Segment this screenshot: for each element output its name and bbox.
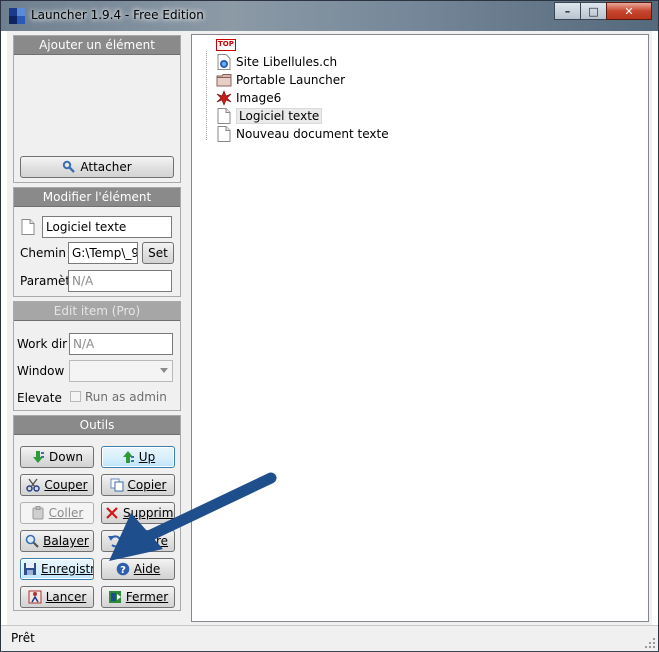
undo-arrow-icon [107,535,122,548]
resize-grip-icon[interactable] [644,637,656,649]
launcher-tree-view[interactable]: TOP Site Libellules.ch Portable Launcher… [191,34,649,622]
edit-pro-section: Edit item (Pro) Work dir N/A Window Elev… [13,301,181,411]
minimize-button[interactable]: – [554,2,581,20]
tree-item-label: Site Libellules.ch [236,55,338,69]
help-button[interactable]: ? Aide [101,558,175,580]
save-button[interactable]: Enregistrer [20,558,94,580]
maximize-button[interactable]: □ [580,2,607,20]
up-label: Up [138,450,156,464]
paste-icon [32,506,44,520]
tools-section: Outils Down Up Couper Copier Coller Supp… [13,415,181,611]
main-frame: Ajouter un élément Attacher Modifier l'é… [7,31,652,625]
status-bar: Prêt [1,625,658,651]
paste-button[interactable]: Coller [20,502,94,524]
window-select[interactable] [69,360,173,382]
elevate-label: Elevate [17,391,62,405]
modify-item-section: Modifier l'élément Logiciel texte Chemin… [13,187,181,297]
window-label: Window [17,364,65,378]
edit-pro-header: Edit item (Pro) [14,302,180,321]
delete-label: Supprimer [123,506,174,520]
scan-button[interactable]: Balayer [20,530,94,552]
delete-x-icon [106,507,118,519]
close-app-button[interactable]: Fermer [101,586,175,608]
scissors-icon [26,478,41,492]
window-controls: – □ ✕ [554,2,652,20]
path-input[interactable]: G:\Temp\_9( [68,242,138,264]
set-path-button[interactable]: Set [142,242,174,264]
close-window-button[interactable]: ✕ [606,2,652,20]
delete-button[interactable]: Supprimer [101,502,175,524]
document-icon [217,108,231,124]
tree-item-label: Nouveau document texte [236,127,389,141]
close-icon: ✕ [624,4,634,18]
help-question-icon: ? [116,562,130,576]
status-text: Prêt [11,631,35,645]
minimize-icon: – [564,4,571,18]
maximize-icon: □ [588,4,599,18]
document-icon [21,219,35,235]
move-down-icon [32,451,44,463]
launch-button[interactable]: Lancer [20,586,94,608]
save-label: Enregistrer [41,562,93,576]
run-as-admin-checkbox[interactable] [70,391,81,402]
image-app-icon [216,90,232,106]
workdir-label: Work dir [17,337,68,351]
params-label: Paramètr [20,274,76,288]
tree-root-top-icon[interactable]: TOP [216,39,236,51]
tree-item-image6[interactable]: Image6 [216,89,281,107]
help-label: Aide [133,562,161,576]
title-bar[interactable]: Launcher 1.9.4 - Free Edition – □ ✕ [1,1,658,31]
cut-button[interactable]: Couper [20,474,94,496]
left-panel: Ajouter un élément Attacher Modifier l'é… [9,33,183,623]
document-icon [217,126,231,142]
app-icon [9,8,25,24]
exit-door-icon [108,591,121,603]
magnifier-icon [25,534,39,548]
folder-icon [216,74,232,87]
launcher-window: Launcher 1.9.4 - Free Edition – □ ✕ Ajou… [0,0,659,651]
tree-item-label: Image6 [236,91,282,105]
scan-label: Balayer [43,534,89,548]
svg-text:?: ? [120,565,126,576]
web-shortcut-icon [217,54,231,70]
tree-item-portable-launcher[interactable]: Portable Launcher [216,71,345,89]
tree-item-label: Portable Launcher [236,73,346,87]
modify-item-header: Modifier l'élément [14,188,180,207]
window-title: Launcher 1.9.4 - Free Edition [31,8,204,22]
params-input[interactable]: N/A [68,270,172,292]
attach-label: Attacher [80,160,132,174]
tree-item-site-libellules[interactable]: Site Libellules.ch [216,53,337,71]
up-button[interactable]: Up [101,446,175,468]
tree-connector-line [206,51,207,141]
copy-icon [110,478,123,492]
tools-header: Outils [14,416,180,435]
launch-runner-icon [28,590,42,604]
launch-label: Lancer [45,590,87,604]
undo-label: Refaire [125,534,169,548]
down-label: Down [48,450,83,464]
down-button[interactable]: Down [20,446,94,468]
floppy-disk-icon [24,563,36,575]
path-label: Chemin : [20,246,74,260]
tree-item-label: Logiciel texte [236,108,323,124]
workdir-input[interactable]: N/A [69,333,173,355]
run-as-admin-label: Run as admin [85,390,167,404]
paste-label: Coller [48,506,84,520]
copy-button[interactable]: Copier [101,474,175,496]
undo-button[interactable]: Refaire [101,530,175,552]
attach-button[interactable]: Attacher [20,156,174,178]
tree-item-logiciel-texte[interactable]: Logiciel texte [216,107,323,125]
move-up-icon [122,451,134,463]
tree-item-nouveau-document[interactable]: Nouveau document texte [216,125,389,143]
set-label: Set [148,246,168,260]
item-name-input[interactable]: Logiciel texte [42,216,172,238]
chevron-down-icon [160,368,168,373]
close-app-label: Fermer [125,590,169,604]
copy-label: Copier [127,478,167,492]
add-item-header: Ajouter un élément [14,36,180,55]
add-item-section: Ajouter un élément Attacher [13,35,181,183]
cut-label: Couper [44,478,88,492]
attach-icon [63,160,76,173]
